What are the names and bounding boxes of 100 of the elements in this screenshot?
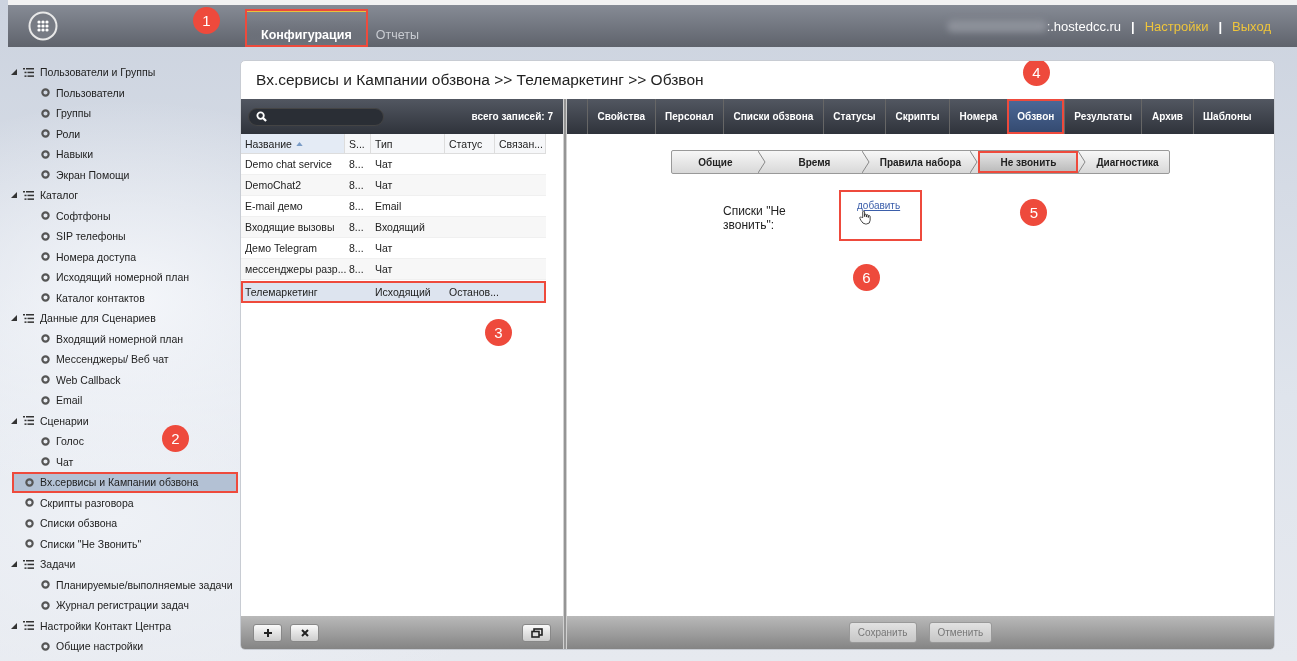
table-cell-text: Чат xyxy=(374,263,394,275)
table-cell-text: Демо Telegram xyxy=(244,242,319,254)
bullet-icon xyxy=(25,498,34,508)
table-row[interactable]: мессенджеры разр... 8... Чат xyxy=(241,259,546,280)
bullet-icon xyxy=(41,211,50,221)
tree-item[interactable]: Планируемые/выполняемые задачи xyxy=(41,574,233,595)
bullet-icon xyxy=(41,252,50,262)
tree-group[interactable]: Данные для Сценариев xyxy=(0,308,238,329)
tree-item[interactable]: Номера доступа xyxy=(41,246,136,267)
bullet-icon xyxy=(41,170,50,180)
tab[interactable]: Списки обзвона xyxy=(723,99,823,134)
table-cell-text: Входящий xyxy=(374,221,426,233)
add-link[interactable]: добавить xyxy=(839,190,923,241)
tab[interactable]: Свойства xyxy=(587,99,655,134)
tree-item[interactable]: Входящий номерной план xyxy=(41,328,184,349)
tree-item[interactable]: Email xyxy=(41,390,83,411)
table-row[interactable]: Телемаркетинг Исходящий Останов... xyxy=(241,281,546,303)
table-cell-text: мессенджеры разр... xyxy=(244,263,345,275)
bullet-icon xyxy=(41,580,50,590)
phone-keypad-logo-icon[interactable] xyxy=(28,11,58,41)
table-row[interactable]: DemoChat2 8... Чат xyxy=(241,175,546,196)
table-cell-text: 8... xyxy=(348,158,365,170)
column-header[interactable]: Статус xyxy=(445,134,495,153)
tree-item[interactable]: Чат xyxy=(41,451,74,472)
tab[interactable]: Результаты xyxy=(1063,99,1142,134)
tree-item[interactable]: Роли xyxy=(41,123,81,144)
expand-triangle-icon[interactable] xyxy=(11,417,17,424)
table-cell-text: Исходящий xyxy=(374,286,432,298)
column-header[interactable]: Связан... xyxy=(495,134,546,153)
table-row[interactable]: Входящие вызовы 8... Входящий xyxy=(241,217,546,238)
sort-up-icon xyxy=(295,141,303,146)
bullet-icon xyxy=(25,539,34,549)
wizard-step[interactable]: Диагностика xyxy=(1086,151,1169,173)
expand-triangle-icon[interactable] xyxy=(11,561,17,568)
tree-item[interactable]: Журнал регистрации задач xyxy=(41,595,189,616)
expand-triangle-icon[interactable] xyxy=(11,315,17,322)
tree-item[interactable]: Общие настройки xyxy=(41,636,144,657)
tree-group[interactable]: Пользователи и Группы xyxy=(0,62,238,83)
table-cell-text: 8... xyxy=(348,179,365,191)
tree-group[interactable]: Каталог xyxy=(0,185,238,206)
bullet-icon xyxy=(41,149,50,159)
wizard-step[interactable]: Правила набора xyxy=(870,151,971,173)
expand-triangle-icon[interactable] xyxy=(11,69,17,76)
tree-item[interactable]: Пользователи xyxy=(41,82,125,103)
wizard-step[interactable]: Время xyxy=(766,151,863,173)
tree-item[interactable]: Web Callback xyxy=(41,369,121,390)
bullet-icon xyxy=(41,457,50,467)
list-icon xyxy=(23,313,34,323)
window-button[interactable] xyxy=(522,623,551,642)
table-cell-text: E-mail демо xyxy=(244,200,304,212)
nav-tab[interactable]: Конфигурация xyxy=(245,9,368,47)
callout-badge: 3 xyxy=(485,319,512,346)
page-title: Вх.сервисы и Кампании обзвона >> Телемаркетинг >> Обзвон xyxy=(256,71,704,89)
tab[interactable]: Архив xyxy=(1141,99,1193,134)
add-button[interactable] xyxy=(253,623,282,642)
tree-item[interactable]: Экран Помощи xyxy=(41,164,130,185)
tree-item[interactable]: Группы xyxy=(41,103,91,124)
tree-group[interactable]: Задачи xyxy=(0,554,238,575)
tree-item[interactable]: Списки обзвона xyxy=(12,513,238,534)
tree-group[interactable]: Настройки Контакт Центра xyxy=(0,615,238,636)
tab[interactable]: Статусы xyxy=(822,99,886,134)
expand-triangle-icon[interactable] xyxy=(11,622,17,629)
chevron-icon xyxy=(1078,151,1087,173)
table-cell-text: 8... xyxy=(348,263,365,275)
table-cell-text: Email xyxy=(374,200,403,212)
account-domain: :.hostedcc.ru xyxy=(1046,18,1122,34)
tree-item[interactable]: Софтфоны xyxy=(41,205,111,226)
column-header[interactable]: Тип xyxy=(371,134,445,153)
tab[interactable]: Шаблоны xyxy=(1192,99,1261,134)
tab[interactable]: Персонал xyxy=(654,99,723,134)
tab[interactable]: Обзвон xyxy=(1006,99,1064,134)
bullet-icon xyxy=(41,354,50,364)
tree-item[interactable]: Исходящий номерной план xyxy=(41,267,190,288)
column-header[interactable]: S... xyxy=(345,134,371,153)
tab[interactable]: Номера xyxy=(949,99,1007,134)
tree-item[interactable]: Каталог контактов xyxy=(41,287,145,308)
tree-item[interactable]: Вх.сервисы и Кампании обзвона xyxy=(12,472,238,493)
bullet-icon xyxy=(41,272,50,282)
expand-triangle-icon[interactable] xyxy=(11,192,17,199)
tree-item[interactable]: Навыки xyxy=(41,144,93,165)
tree-item[interactable]: Голос xyxy=(41,431,84,452)
delete-button[interactable] xyxy=(290,623,319,642)
tree-item[interactable]: Скрипты разговора xyxy=(12,492,238,513)
tab[interactable]: Скрипты xyxy=(885,99,949,134)
list-icon xyxy=(23,190,34,200)
table-cell-text: 8... xyxy=(348,200,365,212)
table-cell-text: Чат xyxy=(374,158,394,170)
table-cell-text: 8... xyxy=(348,221,365,233)
callout-badge: 5 xyxy=(1020,199,1048,226)
search-icon xyxy=(256,111,267,122)
tree-item[interactable]: SIP телефоны xyxy=(41,226,126,247)
bullet-icon xyxy=(41,88,50,98)
wizard-step[interactable]: Не звонить xyxy=(978,151,1079,173)
wizard-step[interactable]: Общие xyxy=(672,151,759,173)
bullet-icon xyxy=(41,395,50,405)
bullet-icon xyxy=(41,108,50,118)
tree-item[interactable]: Мессенджеры/ Веб чат xyxy=(41,349,169,370)
column-header[interactable]: Название xyxy=(241,134,345,153)
search-field[interactable] xyxy=(248,107,384,126)
tree-item[interactable]: Списки "Не Звонить" xyxy=(12,533,238,554)
